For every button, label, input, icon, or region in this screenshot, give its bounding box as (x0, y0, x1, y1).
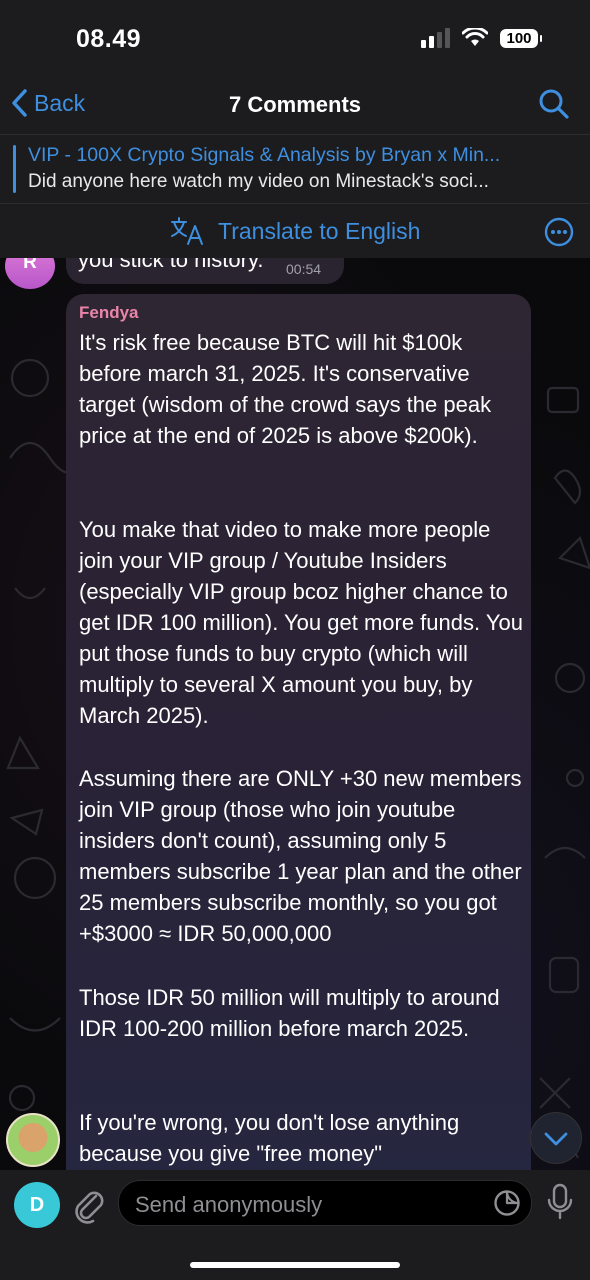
translate-icon (171, 217, 203, 245)
status-icons: 100 (421, 28, 542, 48)
message-paragraph: Those IDR 50 million will multiply to ar… (79, 985, 500, 1041)
translate-label: Translate to English (218, 217, 421, 244)
scroll-down-button[interactable] (530, 1112, 582, 1164)
message-paragraph: If you're wrong, you don't lose anything… (79, 1110, 460, 1166)
message-paragraph: It's risk free because BTC will hit $100… (79, 330, 492, 448)
sticker-button[interactable] (493, 1189, 521, 1222)
more-options-button-overlay[interactable] (544, 217, 574, 252)
status-time: 08.49 (76, 25, 142, 53)
send-as-avatar[interactable]: D (14, 1182, 60, 1228)
message-input[interactable]: Send anonymously (118, 1180, 532, 1226)
avatar-message-sender[interactable] (6, 1113, 60, 1167)
page-title: 7 Comments (228, 92, 362, 117)
pinned-post-preview: Did anyone here watch my video on Minest… (28, 171, 489, 192)
paperclip-icon (75, 1191, 104, 1224)
previous-message-time: 00:54 (286, 261, 322, 277)
nav-bar: Back 7 Comments (0, 82, 590, 135)
translate-button-overlay[interactable]: Translate to English (170, 216, 420, 246)
home-indicator (190, 1262, 400, 1268)
message-sender-name[interactable]: Fendya (79, 303, 139, 323)
wifi-icon (462, 28, 488, 46)
message-input-placeholder: Send anonymously (135, 1192, 323, 1217)
pinned-post-header[interactable]: VIP - 100X Crypto Signals & Analysis by … (0, 135, 590, 204)
input-bar: D Send anonymously (0, 1170, 590, 1280)
sticker-icon (494, 1190, 520, 1216)
message-paragraph: You make that video to make more people … (79, 517, 523, 728)
attach-button[interactable] (70, 1184, 106, 1229)
pinned-post-title: VIP - 100X Crypto Signals & Analysis by … (28, 144, 501, 166)
message-paragraph: Assuming there are ONLY +30 new members … (79, 766, 522, 946)
chevron-down-icon (544, 1132, 568, 1146)
more-icon (544, 217, 574, 247)
search-button[interactable] (538, 88, 570, 125)
search-icon (539, 89, 569, 119)
microphone-icon (547, 1183, 573, 1220)
pinned-accent-bar (13, 145, 16, 193)
cellular-signal-icon (421, 28, 450, 48)
battery-icon: 100 (500, 28, 542, 48)
status-bar: 08.49 100 (0, 0, 590, 82)
microphone-button[interactable] (546, 1182, 574, 1227)
